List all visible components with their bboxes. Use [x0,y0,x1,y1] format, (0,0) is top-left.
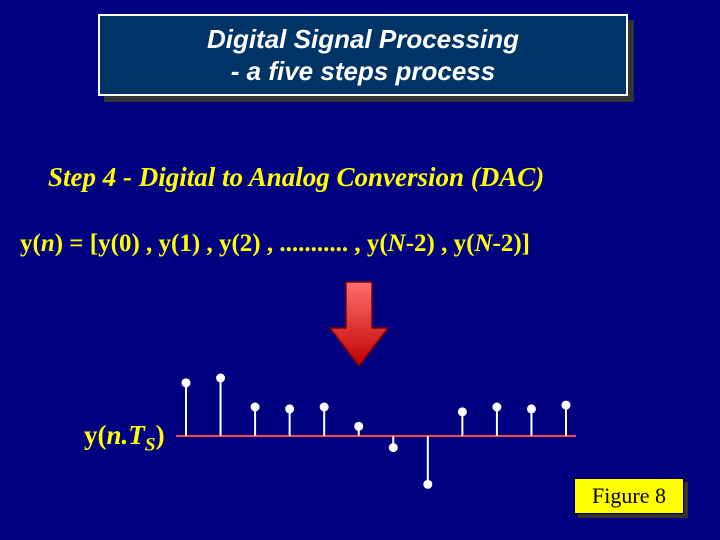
ynts-sub: S [145,434,156,455]
sample-dot [285,404,294,413]
figure-label: Figure 8 [592,483,666,509]
sample-dot [527,404,536,413]
sample-dot [492,403,501,412]
eq-close-lhs: ) = [ [55,230,98,257]
eq-N-a: N [388,230,406,257]
eq-y: y( [20,230,41,257]
sample-dot [458,407,467,416]
eq-N-b: N [474,230,492,257]
title-line-1: Digital Signal Processing [207,23,519,56]
ynts-y: y( [84,420,107,450]
title-line-2: - a five steps process [231,55,495,88]
sample-dot [389,443,398,452]
sample-dot [182,378,191,387]
sample-dot [354,422,363,431]
eq-mid1: -2) , y( [406,230,475,257]
sample-dot [320,403,329,412]
stem-plot [176,370,576,500]
down-arrow-icon [328,280,390,375]
sample-dot [562,401,571,410]
title-box: Digital Signal Processing - a five steps… [98,14,628,96]
ynts-close: ) [156,420,165,450]
figure-badge: Figure 8 [574,478,684,514]
equation-line: y(n) = [y(0) , y(1) , y(2) , ...........… [20,230,530,258]
sample-dot [423,480,432,489]
eq-terms: y(0) , y(1) , y(2) , ........... , y( [98,230,388,257]
sample-dot [216,374,225,383]
eq-tail: -2)] [493,230,530,257]
sample-dot [251,403,260,412]
ynts-label: y(n.TS) [84,420,165,456]
ynts-n: n.T [107,420,145,450]
step-heading: Step 4 - Digital to Analog Conversion (D… [48,162,544,193]
eq-n: n [41,230,55,257]
